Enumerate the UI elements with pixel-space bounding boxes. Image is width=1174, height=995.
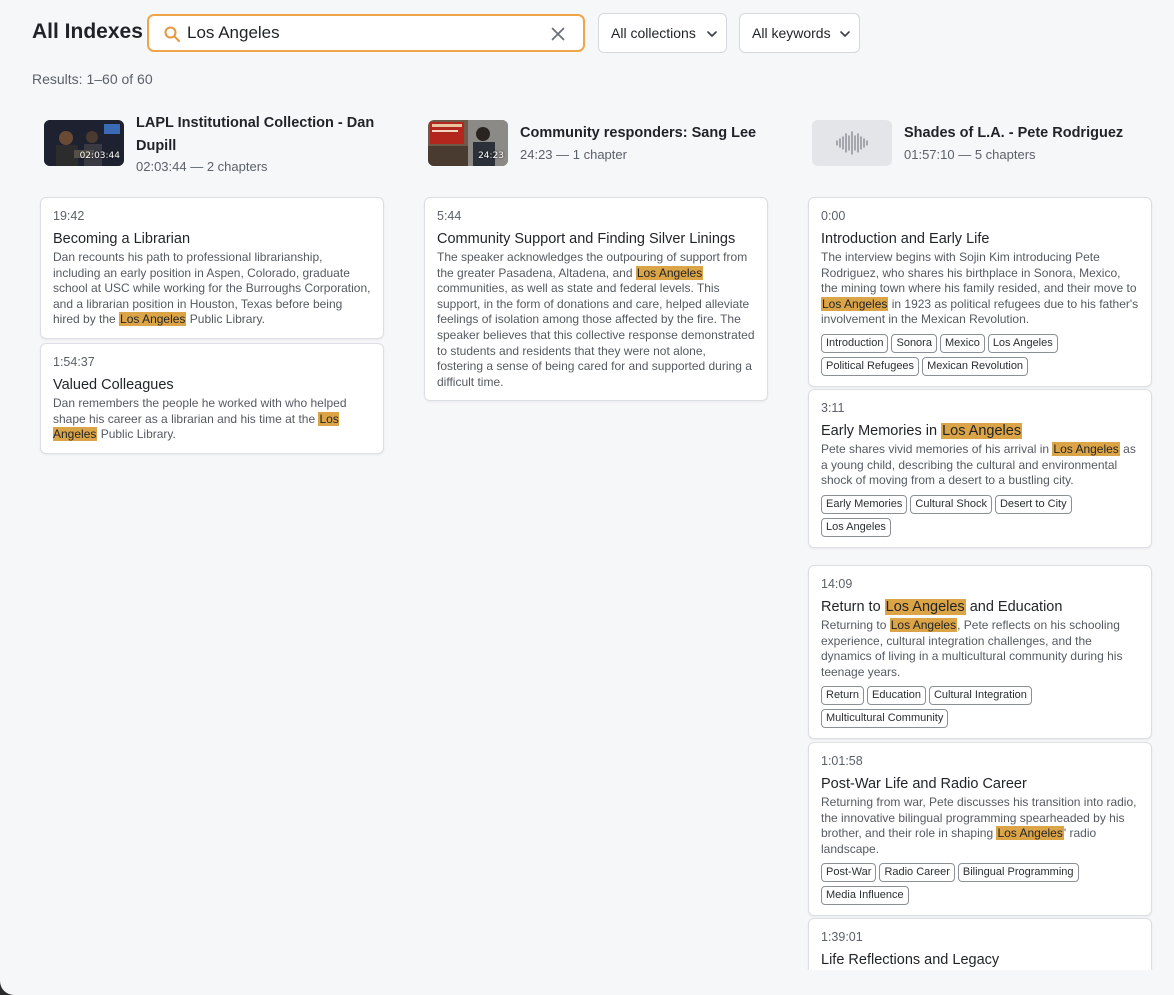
index-header[interactable]: 02:03:44 LAPL Institutional Collection -… bbox=[44, 112, 404, 174]
search-highlight: Los Angeles bbox=[821, 296, 889, 311]
chapter-card[interactable]: 3:11 Early Memories in Los Angeles Pete … bbox=[808, 389, 1152, 548]
search-box[interactable] bbox=[147, 14, 585, 52]
keyword-tag[interactable]: Post-War bbox=[821, 863, 877, 883]
chapter-card[interactable]: 0:00 Introduction and Early Life The int… bbox=[808, 197, 1152, 387]
chapter-card[interactable]: 1:54:37 Valued Colleagues Dan remembers … bbox=[40, 343, 384, 454]
keyword-tag[interactable]: Radio Career bbox=[879, 863, 955, 883]
chapter-title: Post-War Life and Radio Career bbox=[821, 776, 1027, 792]
chevron-down-icon bbox=[707, 31, 717, 37]
video-thumbnail[interactable]: 02:03:44 bbox=[44, 120, 124, 166]
keyword-tag[interactable]: Mexico bbox=[939, 333, 985, 353]
video-thumbnail[interactable]: 24:23 bbox=[428, 120, 508, 166]
chapter-description: Dan recounts his path to professional li… bbox=[53, 250, 371, 327]
chapter-description: The interview begins with Sojin Kim intr… bbox=[821, 250, 1139, 327]
keyword-tag[interactable]: Introduction bbox=[821, 333, 889, 353]
search-highlight: Los Angeles bbox=[889, 618, 958, 632]
index-title[interactable]: LAPL Institutional Collection - Dan Dupi… bbox=[136, 112, 396, 158]
search-highlight: Los Angeles bbox=[119, 312, 187, 327]
chapter-timestamp: 1:01:58 bbox=[821, 754, 863, 768]
index-meta: 01:57:10 — 5 chapters bbox=[904, 147, 1036, 162]
results-count: Results: 1–60 of 60 bbox=[32, 71, 153, 87]
audio-thumbnail[interactable] bbox=[812, 120, 892, 166]
index-title[interactable]: Community responders: Sang Lee bbox=[520, 122, 780, 145]
chevron-down-icon bbox=[840, 31, 850, 37]
chapter-description: The speaker acknowledges the outpouring … bbox=[437, 250, 755, 389]
keyword-tag[interactable]: Media Influence bbox=[821, 886, 909, 906]
chapter-timestamp: 5:44 bbox=[437, 209, 462, 223]
keyword-tag[interactable]: Desert to City bbox=[994, 494, 1072, 514]
keyword-tag[interactable]: Early Memories bbox=[821, 494, 908, 514]
chapter-title: Becoming a Librarian bbox=[53, 231, 191, 247]
keyword-tags: Introduction Sonora Mexico Los Angeles Polit… bbox=[821, 333, 1139, 376]
chapter-card[interactable]: 1:01:58 Post-War Life and Radio Career R… bbox=[808, 742, 1152, 917]
chapter-timestamp: 3:11 bbox=[821, 401, 845, 415]
collections-select[interactable]: All collections bbox=[598, 13, 727, 53]
page-title: All Indexes bbox=[32, 20, 143, 43]
search-highlight: Los Angeles bbox=[884, 599, 966, 615]
chapter-timestamp: 0:00 bbox=[821, 209, 846, 223]
chapter-timestamp: 14:09 bbox=[821, 577, 853, 591]
chapter-title: Community Support and Finding Silver Lin… bbox=[437, 231, 736, 247]
keyword-tag[interactable]: Education bbox=[867, 686, 926, 706]
keyword-tags: Post-War Radio Career Bilingual Programmin… bbox=[821, 863, 1139, 906]
thumbnail-duration: 24:23 bbox=[478, 151, 504, 161]
chapter-title: Early Memories in Los Angeles bbox=[821, 423, 1023, 439]
chapter-description: Returning from war, Pete discusses his t… bbox=[821, 795, 1137, 856]
index-header[interactable]: Shades of L.A. - Pete Rodriguez 01:57:10… bbox=[812, 112, 1172, 168]
keyword-tags: Early Memories Cultural Shock Desert to Ci… bbox=[821, 494, 1139, 537]
keywords-select[interactable]: All keywords bbox=[739, 13, 860, 53]
chapter-card[interactable]: 14:09 Return to Los Angeles and Educatio… bbox=[808, 565, 1152, 740]
chapter-timestamp: 1:39:01 bbox=[821, 930, 863, 944]
index-meta: 24:23 — 1 chapter bbox=[520, 147, 627, 162]
chapter-title: Life Reflections and Legacy bbox=[821, 952, 1000, 968]
chapter-timestamp: 19:42 bbox=[53, 209, 85, 223]
audio-waveform-icon bbox=[836, 131, 868, 155]
app-window: All Indexes All collections All keywords… bbox=[0, 0, 1174, 995]
close-icon[interactable] bbox=[549, 25, 567, 43]
keyword-tag[interactable]: Cultural Shock bbox=[910, 494, 992, 514]
keyword-tag[interactable]: Political Refugees bbox=[821, 356, 920, 376]
chapter-card[interactable]: 19:42 Becoming a Librarian Dan recounts … bbox=[40, 197, 384, 339]
keyword-tag[interactable]: Bilingual Programming bbox=[957, 863, 1079, 883]
search-highlight: Los Angeles bbox=[996, 826, 1064, 841]
search-highlight: Los Angeles bbox=[635, 265, 704, 280]
search-highlight: Los Angeles bbox=[1052, 442, 1120, 456]
chapter-title: Introduction and Early Life bbox=[821, 231, 990, 247]
search-icon bbox=[164, 26, 180, 42]
scroll-clip bbox=[800, 970, 1174, 995]
index-header[interactable]: 24:23 Community responders: Sang Lee 24:… bbox=[428, 112, 788, 168]
keyword-tag[interactable]: Cultural Integration bbox=[928, 686, 1032, 706]
keyword-tag[interactable]: Mexican Revolution bbox=[922, 356, 1029, 376]
chapter-timestamp: 1:54:37 bbox=[53, 355, 95, 369]
keyword-tag[interactable]: Los Angeles bbox=[987, 333, 1058, 353]
collections-select-label: All collections bbox=[611, 25, 696, 41]
chapter-title: Return to Los Angeles and Education bbox=[821, 599, 1063, 615]
chapter-card[interactable]: 5:44 Community Support and Finding Silve… bbox=[424, 197, 768, 402]
chapter-title: Valued Colleagues bbox=[53, 377, 174, 393]
index-title[interactable]: Shades of L.A. - Pete Rodriguez bbox=[904, 122, 1164, 145]
keyword-tag[interactable]: Los Angeles bbox=[821, 517, 891, 537]
keyword-tag[interactable]: Multicultural Community bbox=[821, 709, 949, 729]
chapter-description: Dan remembers the people he worked with … bbox=[53, 396, 347, 442]
search-highlight: Los Angeles bbox=[941, 423, 1023, 439]
keyword-tags: Return Education Cultural Integration Multi… bbox=[821, 686, 1139, 729]
chapter-description: Returning to Los Angeles, Pete reflects … bbox=[821, 618, 1123, 679]
search-input[interactable] bbox=[187, 22, 537, 44]
index-meta: 02:03:44 — 2 chapters bbox=[136, 159, 268, 174]
keyword-tag[interactable]: Sonora bbox=[891, 333, 937, 353]
chapter-description: Pete shares vivid memories of his arriva… bbox=[821, 442, 1136, 488]
thumbnail-duration: 02:03:44 bbox=[79, 151, 120, 161]
keywords-select-label: All keywords bbox=[752, 25, 831, 41]
keyword-tag[interactable]: Return bbox=[821, 686, 865, 706]
search-highlight: Los Angeles bbox=[53, 411, 339, 442]
